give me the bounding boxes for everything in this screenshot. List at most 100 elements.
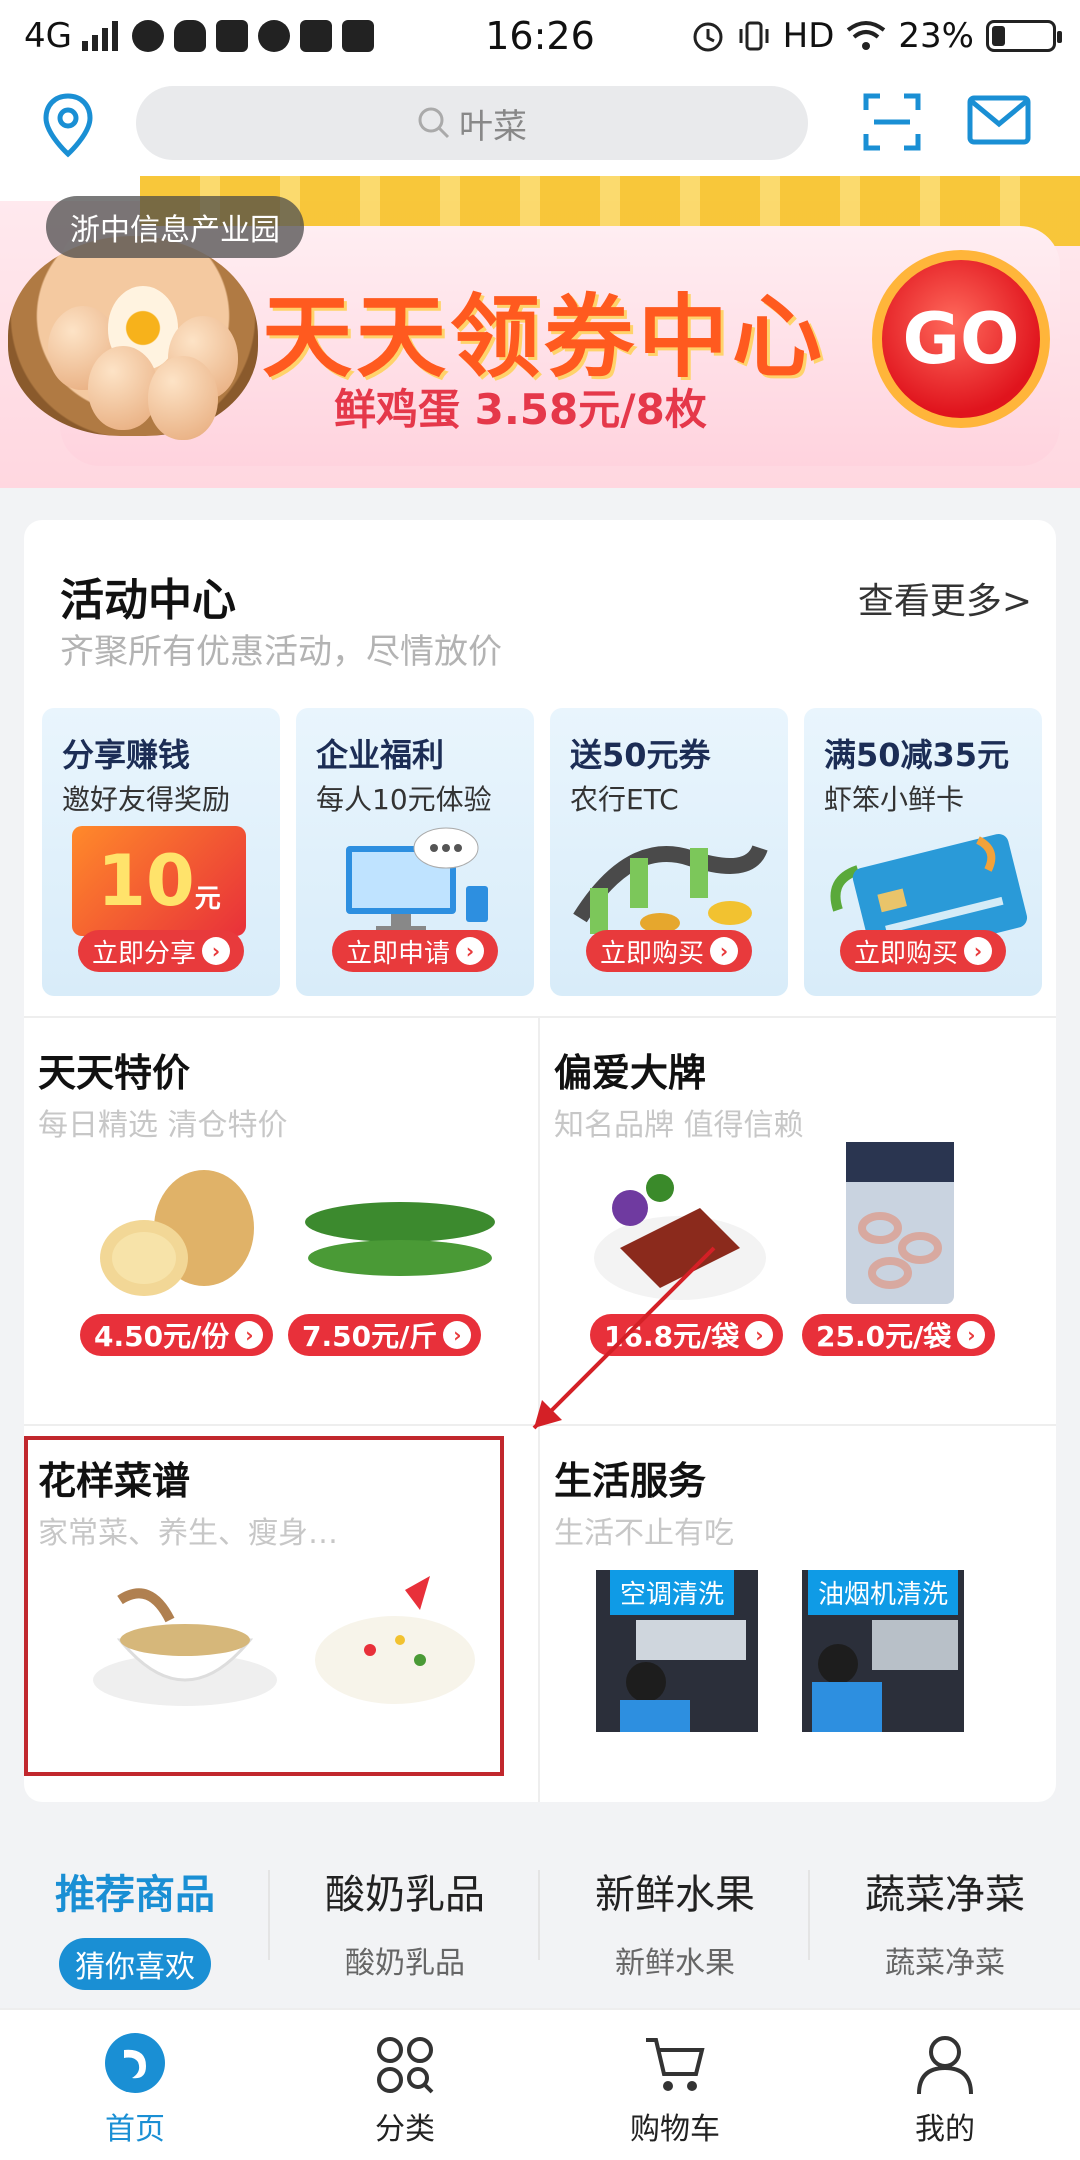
section-subtitle: 每日精选 清仓特价 bbox=[38, 1108, 288, 1143]
apply-now-button[interactable]: 立即申请 › bbox=[332, 930, 498, 972]
browser-icon bbox=[257, 20, 290, 52]
arrow-right-icon: › bbox=[202, 937, 230, 965]
hood-cleaning-card[interactable]: 油烟机清洗 bbox=[802, 1570, 964, 1732]
ac-cleaning-card[interactable]: 空调清洗 bbox=[596, 1570, 758, 1732]
tab-sublabel: 新鲜水果 bbox=[615, 1946, 735, 1981]
egg-basket-image bbox=[8, 236, 258, 440]
storage-icon bbox=[299, 20, 332, 52]
view-more-link[interactable]: 查看更多> bbox=[858, 572, 1032, 624]
activity-card: 活动中心 齐聚所有优惠活动，尽情放价 查看更多> 分享赚钱 邀好友得奖励 10 元… bbox=[24, 520, 1056, 1802]
annotation-arrow bbox=[532, 1246, 716, 1430]
promo-card-fresh-card[interactable]: 满50减35元 虾笨小鲜卡 立即购买 › bbox=[804, 708, 1042, 996]
qq-icon bbox=[173, 20, 206, 52]
arrow-right-icon: › bbox=[456, 937, 484, 965]
promo-card-etc[interactable]: 送50元券 农行ETC 立即购买 › bbox=[550, 708, 788, 996]
buy-now-button[interactable]: 立即购买 › bbox=[586, 930, 752, 972]
tab-label: 新鲜水果 bbox=[595, 1872, 755, 1918]
battery-percent: 23% bbox=[898, 16, 974, 56]
arrow-right-icon: › bbox=[964, 937, 992, 965]
battery-icon bbox=[986, 20, 1062, 52]
status-bar: 4G 16:26 HD 23% bbox=[0, 0, 1080, 72]
ten-yuan-coupon-image: 10 元 bbox=[72, 826, 246, 936]
section-title: 生活服务 bbox=[554, 1459, 707, 1503]
nav-label: 购物车 bbox=[630, 2112, 720, 2147]
etc-road-illustration bbox=[573, 844, 768, 934]
nav-label: 我的 bbox=[915, 2112, 975, 2147]
price-tag[interactable]: 4.50元/份 › bbox=[80, 1314, 274, 1356]
life-service-section[interactable]: 生活服务 生活不止有吃 空调清洗 油烟机清洗 bbox=[540, 1426, 1056, 1802]
shrimp-home-icon bbox=[105, 2033, 165, 2093]
arrow-right-icon: › bbox=[443, 1321, 472, 1349]
cucumber-image bbox=[305, 1202, 495, 1276]
category-icon bbox=[377, 2037, 434, 2094]
nav-label: 分类 bbox=[375, 2112, 435, 2147]
message-mail-icon[interactable] bbox=[966, 92, 1032, 148]
price-tag[interactable]: 7.50元/斤 › bbox=[288, 1314, 482, 1356]
search-bar[interactable]: 叶菜 bbox=[136, 86, 808, 160]
arrow-right-icon: › bbox=[957, 1321, 986, 1349]
activity-title: 活动中心 bbox=[60, 575, 236, 626]
highlight-box bbox=[24, 1436, 504, 1776]
top-header: 叶菜 bbox=[0, 72, 1080, 176]
tab-recommended[interactable]: 推荐商品 猜你喜欢 bbox=[0, 1830, 270, 2006]
status-right: HD 23% bbox=[691, 16, 1062, 56]
share-now-button[interactable]: 立即分享 › bbox=[78, 930, 244, 972]
search-placeholder: 叶菜 bbox=[459, 106, 527, 147]
location-label[interactable]: 浙中信息产业园 bbox=[46, 196, 304, 258]
promo-card-share[interactable]: 分享赚钱 邀好友得奖励 10 元 立即分享 › bbox=[42, 708, 280, 996]
app-notification-icon bbox=[341, 20, 374, 52]
tab-vegetables[interactable]: 蔬菜净菜 蔬菜净菜 bbox=[810, 1830, 1080, 2006]
tab-sublabel: 猜你喜欢 bbox=[59, 1938, 211, 1990]
banner-title: 天天领券中心 bbox=[262, 285, 826, 390]
ac-worker-image bbox=[620, 1620, 746, 1732]
promo-desc: 农行ETC bbox=[570, 783, 679, 816]
battery-fill bbox=[992, 26, 1005, 46]
nav-home[interactable]: 首页 bbox=[0, 2010, 270, 2160]
tab-label: 酸奶乳品 bbox=[325, 1872, 485, 1918]
arrow-right-icon: › bbox=[235, 1321, 264, 1349]
cart-icon bbox=[646, 2038, 705, 2091]
vibrate-icon bbox=[739, 21, 769, 51]
status-left: 4G bbox=[24, 16, 691, 56]
section-subtitle: 生活不止有吃 bbox=[554, 1516, 734, 1551]
go-button[interactable]: GO bbox=[872, 250, 1050, 428]
scan-icon[interactable] bbox=[862, 92, 922, 152]
hd-label: HD bbox=[782, 16, 835, 56]
coupon-unit: 元 bbox=[194, 883, 221, 914]
alarm-icon bbox=[693, 22, 723, 52]
nav-category[interactable]: 分类 bbox=[270, 2010, 540, 2160]
price-tag[interactable]: 25.0元/袋 › bbox=[802, 1314, 996, 1356]
nav-profile[interactable]: 我的 bbox=[810, 2010, 1080, 2160]
promo-card-enterprise[interactable]: 企业福利 每人10元体验 立即申请 › bbox=[296, 708, 534, 996]
arrow-right-icon: › bbox=[710, 937, 738, 965]
bottom-navigation: 首页 分类 购物车 我的 bbox=[0, 2008, 1080, 2160]
profile-icon bbox=[917, 2036, 973, 2095]
promo-desc: 邀好友得奖励 bbox=[62, 783, 231, 816]
search-icon bbox=[418, 107, 450, 139]
price-label: 7.50元/斤 bbox=[302, 1320, 438, 1353]
tab-label: 蔬菜净菜 bbox=[865, 1872, 1025, 1918]
price-label: 4.50元/份 bbox=[94, 1320, 230, 1353]
potato-image bbox=[100, 1170, 254, 1296]
nav-cart[interactable]: 购物车 bbox=[540, 2010, 810, 2160]
location-pin-icon[interactable] bbox=[40, 92, 96, 158]
button-label: 立即分享 bbox=[91, 938, 196, 969]
button-label: 立即购买 bbox=[599, 938, 704, 969]
tab-sublabel: 蔬菜净菜 bbox=[885, 1946, 1005, 1981]
coupon-banner[interactable]: 浙中信息产业园 天天领券中心 鲜鸡蛋 3.58元/8枚 GO bbox=[0, 176, 1080, 488]
tab-fresh-fruit[interactable]: 新鲜水果 新鲜水果 bbox=[540, 1830, 810, 2006]
buy-now-button[interactable]: 立即购买 › bbox=[840, 930, 1006, 972]
promo-title: 满50减35元 bbox=[824, 736, 1010, 774]
computer-illustration bbox=[346, 827, 488, 932]
tab-yogurt-dairy[interactable]: 酸奶乳品 酸奶乳品 bbox=[270, 1830, 540, 2006]
daily-special-section[interactable]: 天天特价 每日精选 清仓特价 4.50元/份 › 7.50元/斤 › bbox=[24, 1018, 538, 1422]
service-badge: 空调清洗 bbox=[610, 1570, 735, 1615]
promo-desc: 每人10元体验 bbox=[316, 783, 492, 816]
promo-title: 企业福利 bbox=[316, 736, 445, 774]
network-label: 4G bbox=[24, 16, 72, 56]
promo-title: 分享赚钱 bbox=[62, 736, 191, 774]
nav-label: 首页 bbox=[105, 2112, 165, 2147]
banner-subtitle: 鲜鸡蛋 3.58元/8枚 bbox=[334, 385, 707, 434]
signal-icon bbox=[81, 21, 118, 51]
promo-desc: 虾笨小鲜卡 bbox=[824, 783, 965, 816]
